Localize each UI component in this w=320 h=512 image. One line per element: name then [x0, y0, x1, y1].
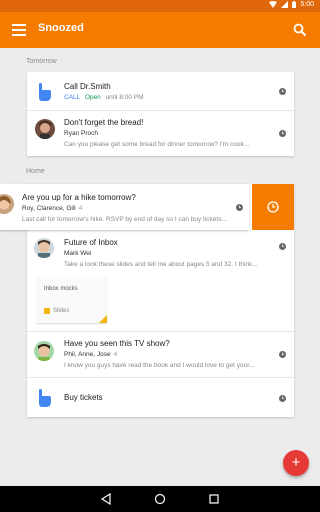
clock-icon [236, 204, 243, 211]
signal-icon [281, 1, 289, 8]
item-title: Call Dr.Smith [64, 82, 111, 91]
attachment-name: Inbox mocks [44, 286, 78, 292]
item-sender: Mark Wei [64, 250, 92, 257]
clock-icon [279, 88, 286, 95]
battery-icon [292, 1, 297, 8]
clock-icon [279, 395, 286, 402]
thread-count: 4 [113, 351, 118, 358]
list-item-tv[interactable]: Have you seen this TV show? Phil, Anne, … [27, 332, 294, 377]
attachment-card[interactable]: Inbox mocks Slides [37, 277, 107, 323]
item-snippet: Can you please get some bread for dinner… [64, 141, 250, 148]
avatar [35, 119, 55, 139]
senders-text: Phil, Anne, Jose [64, 351, 111, 358]
slides-icon [44, 308, 50, 314]
item-senders: Roy, Clarence, Gill 4 [22, 205, 82, 212]
clock-icon [267, 201, 279, 213]
card-tomorrow: Call Dr.Smith CALL Open until 8:00 PM Do… [27, 72, 294, 156]
clock-icon [279, 351, 286, 358]
item-snippet: I know you guys have read the book and I… [64, 362, 255, 369]
list-item-bread[interactable]: Don't forget the bread! Ryan Proch Can y… [27, 111, 294, 156]
list-item-tickets[interactable]: Buy tickets [27, 378, 294, 417]
list-item-call[interactable]: Call Dr.Smith CALL Open until 8:00 PM [27, 72, 294, 110]
compose-fab-button[interactable]: + [283, 450, 309, 476]
avatar [34, 341, 54, 361]
snooze-action-button[interactable] [252, 184, 294, 230]
wifi-icon [269, 1, 278, 8]
reminder-hand-icon [39, 83, 51, 101]
item-title: Have you seen this TV show? [64, 339, 170, 348]
clock-icon [279, 130, 286, 137]
status-time: 5:00 [300, 1, 314, 8]
status-icons: 5:00 [269, 1, 314, 8]
item-title: Future of Inbox [64, 238, 118, 247]
menu-icon[interactable] [12, 24, 26, 36]
item-status: CALL Open until 8:00 PM [64, 94, 144, 101]
until-status: until 8:00 PM [105, 94, 144, 101]
item-senders: Phil, Anne, Jose 4 [64, 351, 117, 358]
item-title: Buy tickets [64, 393, 103, 402]
item-sender: Ryan Proch [64, 130, 98, 137]
item-snippet: Last call for tomorrow's hike. RSVP by e… [22, 216, 227, 223]
page-title: Snoozed [38, 22, 84, 34]
item-title: Don't forget the bread! [64, 118, 144, 127]
avatar [0, 194, 14, 214]
nav-bar [0, 486, 320, 512]
open-status: Open [84, 94, 101, 101]
attachment-type: Slides [53, 308, 70, 314]
item-snippet: Take a look these slides and tell me abo… [64, 261, 258, 268]
search-icon[interactable] [293, 23, 307, 37]
back-icon[interactable] [100, 493, 112, 505]
avatar [34, 238, 54, 258]
page-fold [99, 315, 107, 323]
section-label-tomorrow: Tomorrow [26, 58, 57, 65]
section-label-home: Home [26, 168, 45, 175]
call-action[interactable]: CALL [64, 94, 80, 101]
app-bar: Snoozed [0, 12, 320, 48]
status-bar: 5:00 [0, 0, 320, 12]
reminder-hand-icon [39, 389, 51, 407]
recents-icon[interactable] [208, 493, 220, 505]
list-item-hike[interactable]: Are you up for a hike tomorrow? Roy, Cla… [0, 184, 249, 230]
thread-count: 4 [78, 205, 83, 212]
item-title: Are you up for a hike tomorrow? [22, 193, 136, 202]
senders-text: Roy, Clarence, Gill [22, 205, 76, 212]
clock-icon [279, 243, 286, 250]
home-icon[interactable] [154, 493, 166, 505]
